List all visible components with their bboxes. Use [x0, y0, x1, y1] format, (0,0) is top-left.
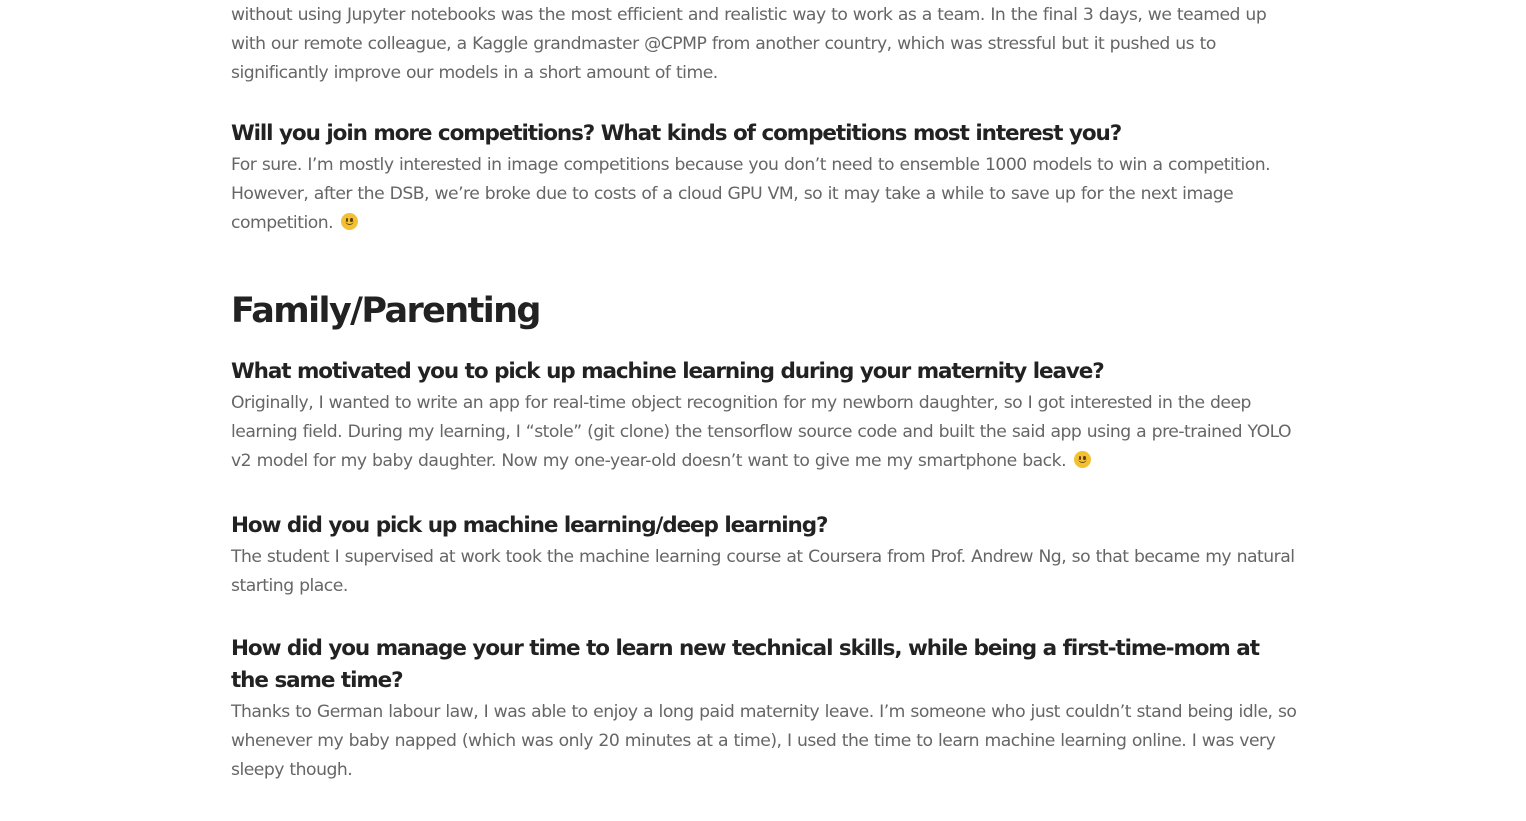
article-content: without using Jupyter notebooks was the …: [231, 0, 1301, 785]
smiley-icon: [340, 213, 358, 230]
competitions-answer-text: For sure. I’m mostly interested in image…: [231, 155, 1271, 233]
competitions-question: Will you join more competitions? What ki…: [231, 121, 1122, 146]
maternity-leave-answer: Originally, I wanted to write an app for…: [231, 389, 1301, 476]
time-management-question: How did you manage your time to learn ne…: [231, 636, 1260, 693]
pickup-ml-question: How did you pick up machine learning/dee…: [231, 513, 829, 538]
time-management-answer: Thanks to German labour law, I was able …: [231, 702, 1297, 780]
maternity-leave-question: What motivated you to pick up machine le…: [231, 359, 1105, 384]
pickup-ml-answer: The student I supervised at work took th…: [231, 547, 1295, 596]
smiley-icon: [1073, 451, 1091, 468]
maternity-leave-answer-text: Originally, I wanted to write an app for…: [231, 393, 1292, 471]
family-parenting-heading: Family/Parenting: [231, 291, 541, 331]
intro-paragraph: without using Jupyter notebooks was the …: [231, 5, 1267, 83]
competitions-answer: For sure. I’m mostly interested in image…: [231, 151, 1301, 238]
